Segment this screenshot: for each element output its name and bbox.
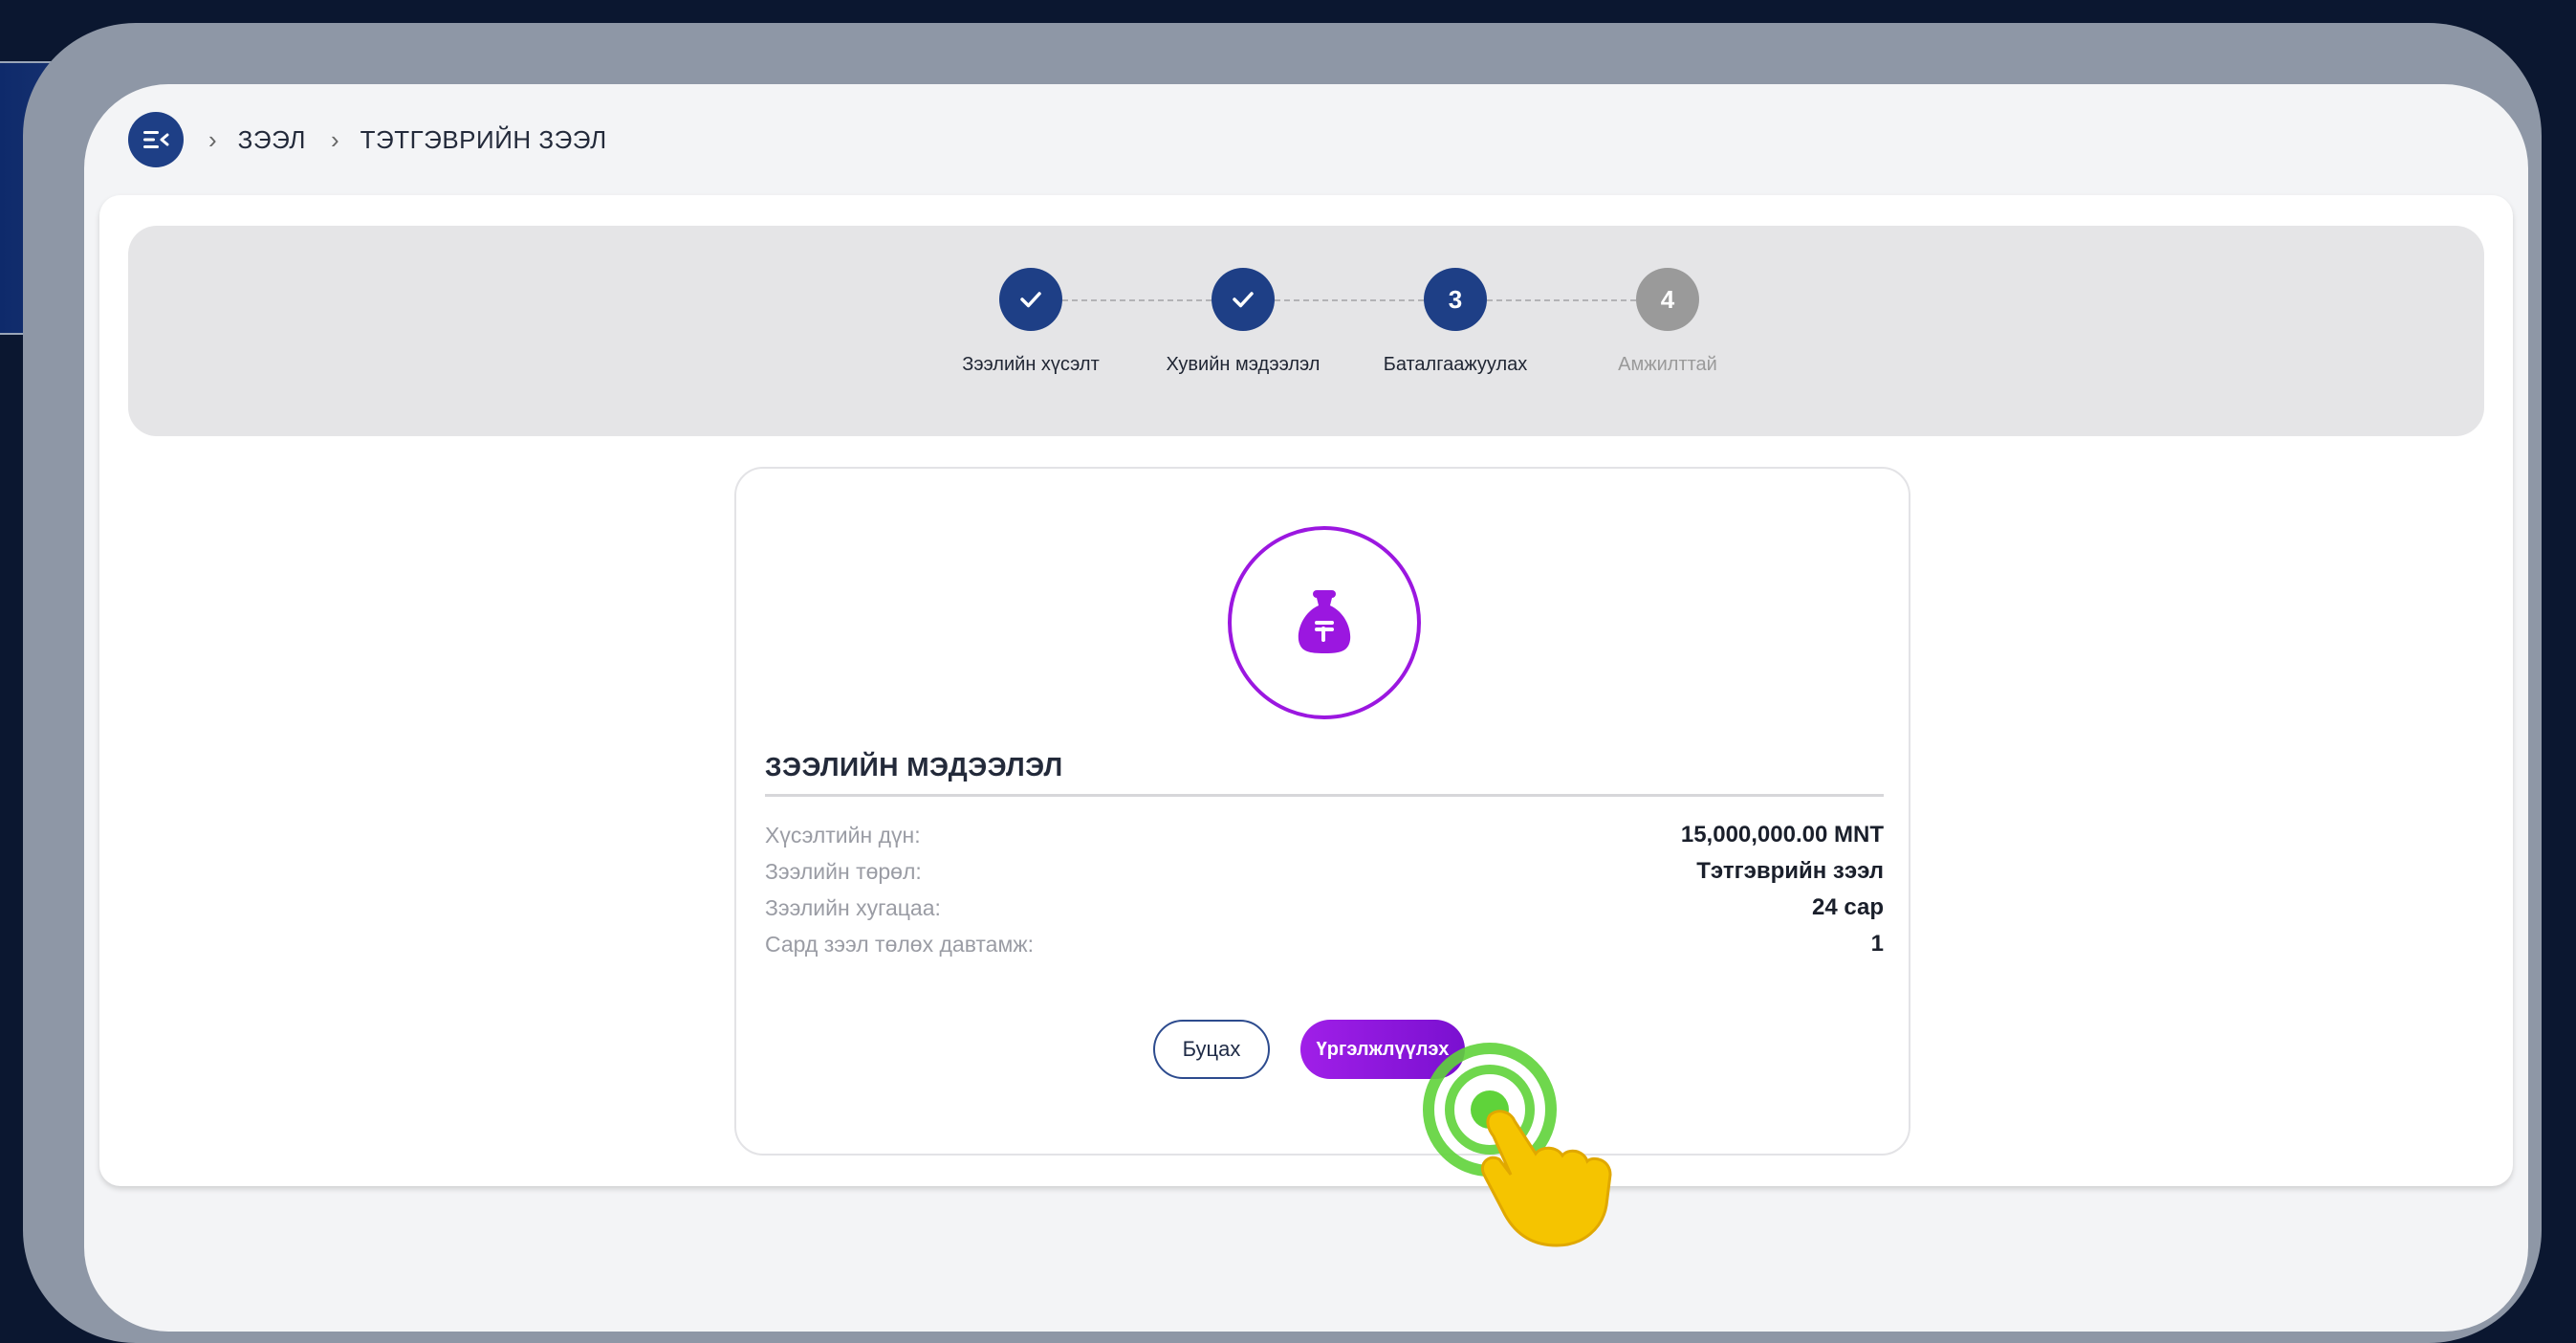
check-icon	[1020, 292, 1041, 308]
row-value: 24 сар	[1811, 894, 1884, 920]
info-row-amount: Хүсэлтийн дүн: 15,000,000.00 MNT	[765, 817, 1884, 853]
breadcrumb-loan[interactable]: ЗЭЭЛ	[238, 125, 306, 155]
step-label: Баталгаажуулах	[1383, 354, 1528, 375]
step-success: 4 Амжилттай	[1572, 268, 1763, 376]
loan-info-card: ЗЭЭЛИЙН МЭДЭЭЛЭЛ Хүсэлтийн дүн: 15,000,0…	[734, 467, 1910, 1156]
row-label: Сард зээл төлөх давтамж:	[765, 931, 1035, 957]
row-label: Зээлийн хугацаа:	[765, 894, 941, 920]
step-label: Хувийн мэдээлэл	[1166, 354, 1321, 375]
row-label: Хүсэлтийн дүн:	[765, 822, 921, 848]
progress-stepper: Зээлийн хүсэлт Хувийн мэдээлэл 3 Баталга…	[128, 226, 2484, 436]
info-row-term: Зээлийн хугацаа: 24 сар	[765, 890, 1884, 926]
device-frame: › ЗЭЭЛ › ТЭТГЭВРИЙН ЗЭЭЛ Зээлийн хүсэлт	[23, 23, 2542, 1343]
back-button[interactable]: Буцах	[1153, 1020, 1270, 1079]
chevron-right-icon: ›	[208, 124, 217, 154]
tap-hand-pointer-icon	[1423, 1043, 1612, 1247]
step-number-circle: 3	[1424, 268, 1487, 331]
step-check-circle	[1212, 268, 1275, 331]
app-screen: › ЗЭЭЛ › ТЭТГЭВРИЙН ЗЭЭЛ Зээлийн хүсэлт	[84, 84, 2528, 1332]
menu-collapse-button[interactable]	[128, 112, 184, 167]
info-row-frequency: Сард зээл төлөх давтамж: 1	[765, 926, 1884, 962]
divider	[765, 794, 1884, 797]
row-value: 1	[1870, 931, 1884, 957]
row-value: 15,000,000.00 MNT	[1680, 822, 1884, 848]
menu-collapse-icon	[143, 131, 169, 148]
step-confirm: 3 Баталгаажуулах	[1360, 268, 1551, 376]
breadcrumb-pension-loan: ТЭТГЭВРИЙН ЗЭЭЛ	[360, 124, 607, 154]
chevron-right-icon: ›	[330, 124, 339, 154]
main-content: Зээлийн хүсэлт Хувийн мэдээлэл 3 Баталга…	[99, 195, 2513, 1186]
info-row-type: Зээлийн төрөл: Тэтгэврийн зээл	[765, 853, 1884, 890]
check-icon	[1233, 292, 1254, 308]
loan-info-list: Хүсэлтийн дүн: 15,000,000.00 MNT Зээлийн…	[765, 817, 1884, 962]
step-number-circle: 4	[1636, 268, 1699, 331]
step-personal-info: Хувийн мэдээлэл	[1147, 268, 1339, 376]
loan-info-title: ЗЭЭЛИЙН МЭДЭЭЛЭЛ	[765, 752, 1063, 782]
top-bar: › ЗЭЭЛ › ТЭТГЭВРИЙН ЗЭЭЛ	[84, 84, 2528, 195]
row-value: Тэтгэврийн зээл	[1696, 858, 1884, 884]
money-bag-icon	[1298, 590, 1351, 653]
step-request: Зээлийн хүсэлт	[935, 268, 1126, 376]
step-check-circle	[999, 268, 1062, 331]
step-label: Зээлийн хүсэлт	[962, 354, 1100, 375]
step-label: Амжилттай	[1618, 354, 1717, 375]
loan-icon-ring	[1228, 526, 1421, 719]
row-label: Зээлийн төрөл:	[765, 858, 922, 884]
